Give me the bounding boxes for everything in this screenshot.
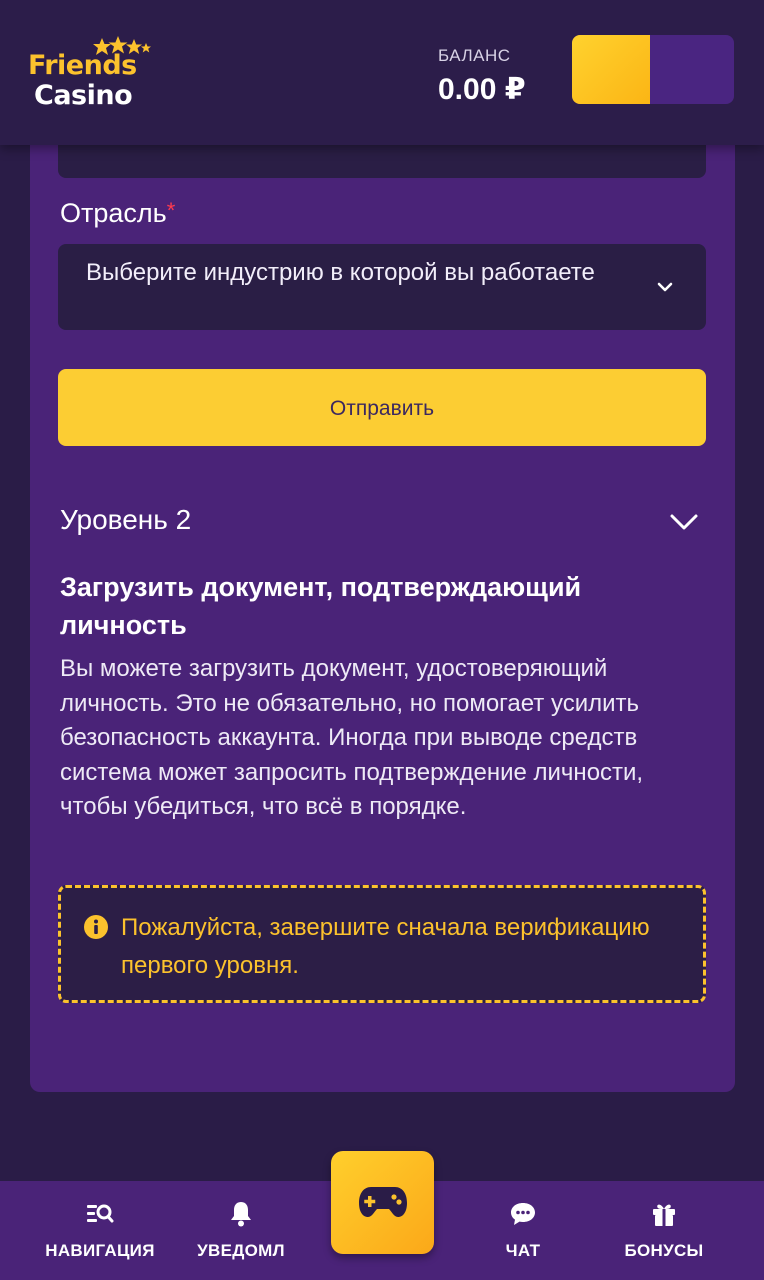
balance-value: 0.00 ₽ (438, 73, 526, 106)
upload-document-heading: Загрузить документ, подтверждающий лично… (60, 572, 582, 640)
friends-casino-logo[interactable]: Friends Casino (28, 36, 158, 114)
nav-label-navigation: НАВИГАЦИЯ (45, 1241, 155, 1260)
warning-notice: Пожалуйста, завершите сначала верификаци… (58, 885, 706, 1003)
nav-item-chat[interactable]: ЧАТ (470, 1181, 576, 1280)
info-icon (84, 915, 108, 939)
nav-item-bonuses[interactable]: БОНУСЫ (604, 1181, 724, 1280)
top-header: Friends Casino БАЛАНС 0.00 ₽ (0, 0, 764, 145)
gift-icon (653, 1204, 675, 1226)
chat-bubble-icon (511, 1203, 535, 1225)
bell-icon (231, 1202, 251, 1227)
chevron-down-icon (670, 514, 698, 530)
industry-label-text: Отрасль (60, 198, 167, 228)
previous-input-field[interactable] (58, 140, 706, 178)
balance-label: БАЛАНС (438, 46, 511, 65)
logo-text-casino: Casino (34, 80, 133, 111)
industry-select[interactable]: Выберите индустрию в которой вы работает… (58, 244, 706, 330)
chevron-down-icon (657, 282, 673, 292)
search-menu-icon (87, 1204, 114, 1223)
warning-text: Пожалуйста, завершите сначала верификаци… (121, 914, 650, 979)
level-2-title: Уровень 2 (60, 504, 192, 535)
nav-label-bonuses: БОНУСЫ (624, 1241, 704, 1260)
nav-item-games[interactable] (331, 1151, 434, 1254)
upload-document-description: Вы можете загрузить документ, удостоверя… (60, 655, 644, 820)
deposit-button[interactable] (572, 35, 734, 104)
nav-item-notifications[interactable]: УВЕДОМЛ (180, 1181, 302, 1280)
nav-label-chat: ЧАТ (505, 1241, 541, 1260)
gamepad-icon (359, 1187, 407, 1217)
level-2-toggle[interactable]: Уровень 2 (58, 494, 706, 550)
industry-label: Отрасль* (60, 198, 175, 229)
industry-select-placeholder: Выберите индустрию в которой вы работает… (86, 259, 595, 286)
nav-item-navigation[interactable]: НАВИГАЦИЯ (30, 1181, 170, 1280)
logo-text-friends: Friends (28, 50, 137, 81)
deposit-button-accent (572, 35, 650, 104)
nav-label-notifications: УВЕДОМЛ (197, 1241, 285, 1260)
required-star: * (166, 198, 176, 223)
submit-button[interactable]: Отправить (58, 369, 706, 446)
